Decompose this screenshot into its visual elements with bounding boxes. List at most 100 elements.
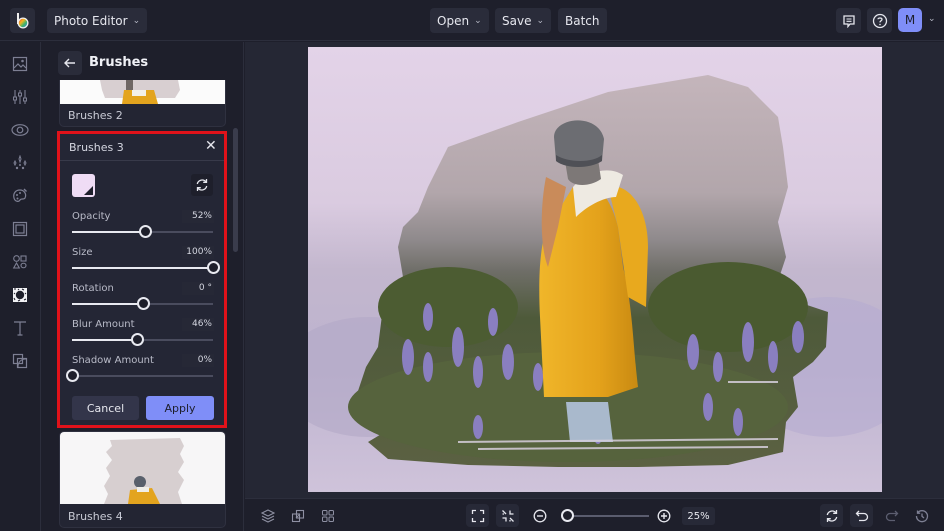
rail-item-touch-up[interactable]	[9, 119, 31, 141]
zoom-slider-handle[interactable]	[561, 509, 575, 522]
brush-card-brushes-2[interactable]: Brushes 2	[59, 80, 226, 127]
bottom-toolbar: 25%	[245, 498, 944, 531]
sparkles-icon	[13, 155, 27, 170]
shrink-icon	[501, 509, 514, 522]
minus-circle-icon	[533, 509, 546, 522]
grid-view-button[interactable]	[316, 504, 339, 527]
rail-item-effects[interactable]	[9, 152, 31, 174]
chevron-down-icon: ⌄	[132, 15, 141, 26]
blur-amount-value[interactable]: 46%	[182, 318, 214, 331]
rail-item-textures[interactable]	[9, 284, 31, 306]
fit-to-screen-button[interactable]	[466, 504, 489, 527]
slider-handle[interactable]	[66, 369, 79, 382]
redo-icon	[885, 510, 898, 521]
slider-handle[interactable]	[207, 261, 220, 274]
rail-item-frames[interactable]	[9, 218, 31, 240]
shadow-amount-value[interactable]: 0%	[182, 354, 214, 367]
slider-fill	[72, 231, 146, 233]
blur-amount-label: Blur Amount	[72, 319, 135, 330]
undo-button[interactable]	[850, 504, 873, 527]
size-slider[interactable]	[72, 261, 220, 274]
image-icon	[12, 56, 28, 72]
cancel-button[interactable]: Cancel	[72, 396, 139, 420]
befunky-logo-icon	[16, 12, 28, 28]
color-swatch[interactable]	[72, 174, 95, 197]
brush-card-brushes-4[interactable]: Brushes 4	[59, 431, 226, 528]
compare-icon	[291, 509, 304, 522]
feedback-button[interactable]	[836, 8, 861, 33]
help-button[interactable]	[867, 8, 892, 33]
batch-button[interactable]: Batch	[558, 8, 607, 33]
rail-item-graphics[interactable]	[9, 251, 31, 273]
app-logo-button[interactable]	[10, 8, 35, 33]
tool-rail	[0, 42, 41, 531]
photo-canvas[interactable]	[308, 47, 882, 492]
layers-button[interactable]	[256, 504, 279, 527]
redo-button[interactable]	[880, 504, 903, 527]
sliders-icon	[13, 90, 27, 104]
slider-handle[interactable]	[136, 297, 150, 310]
brush-preview-image	[100, 80, 180, 104]
opacity-value[interactable]: 52%	[182, 210, 214, 223]
actual-size-button[interactable]	[496, 504, 519, 527]
close-icon[interactable]: ✕	[205, 138, 217, 154]
undo-icon	[855, 510, 868, 521]
slider-handle[interactable]	[139, 225, 153, 238]
brush-settings-editor: Brushes 3 ✕ Opacity 52% Size 100% Rotati…	[57, 131, 227, 428]
rail-item-image-manager[interactable]	[9, 53, 31, 75]
frame-icon	[12, 221, 28, 237]
slider-handle[interactable]	[130, 333, 144, 346]
rail-item-edit[interactable]	[9, 86, 31, 108]
compare-button[interactable]	[286, 504, 309, 527]
history-icon	[915, 509, 928, 522]
refresh-icon	[826, 509, 837, 522]
expand-icon	[471, 509, 484, 522]
text-icon	[14, 321, 26, 336]
opacity-slider[interactable]	[72, 225, 213, 238]
zoom-slider[interactable]	[561, 509, 649, 522]
photo-editor-label: Photo Editor	[54, 13, 128, 28]
history-button[interactable]	[910, 504, 933, 527]
back-button[interactable]	[58, 51, 82, 75]
opacity-label: Opacity	[72, 211, 111, 222]
editor-header: Brushes 3 ✕	[60, 134, 224, 161]
rotation-slider[interactable]	[72, 297, 213, 310]
plus-circle-icon	[657, 509, 670, 522]
user-avatar[interactable]: M	[898, 8, 922, 32]
blur-amount-slider[interactable]	[72, 333, 213, 346]
workspace	[245, 42, 944, 498]
chevron-down-icon: ⌄	[536, 15, 545, 26]
avatar-initial: M	[904, 13, 916, 27]
apply-button[interactable]: Apply	[146, 396, 214, 420]
rail-item-artsy[interactable]	[9, 185, 31, 207]
texture-icon	[13, 288, 27, 302]
open-menu-button[interactable]: Open ⌄	[430, 8, 489, 33]
brush-preview-image	[104, 438, 184, 504]
slider-fill	[72, 339, 137, 341]
eye-icon	[11, 124, 29, 136]
chevron-down-icon: ⌄	[474, 15, 482, 26]
batch-label: Batch	[565, 13, 600, 28]
brush-card-label: Brushes 2	[68, 109, 123, 122]
rail-item-text[interactable]	[9, 317, 31, 339]
auto-refresh-button[interactable]	[820, 504, 843, 527]
overlay-icon	[12, 353, 28, 369]
arrow-left-icon	[64, 58, 75, 68]
zoom-in-button[interactable]	[652, 504, 675, 527]
brush-thumbnail	[60, 80, 225, 104]
zoom-level[interactable]: 25%	[682, 507, 715, 525]
panel-scrollbar[interactable]	[233, 128, 238, 252]
size-value[interactable]: 100%	[182, 246, 214, 259]
shadow-amount-slider[interactable]	[66, 369, 213, 382]
zoom-out-button[interactable]	[528, 504, 551, 527]
slider-fill	[72, 267, 213, 269]
edited-photo	[308, 47, 882, 492]
rotation-value[interactable]: 0 °	[182, 282, 214, 295]
reset-button[interactable]	[191, 174, 213, 196]
account-chevron-down-icon[interactable]: ⌄	[928, 14, 936, 24]
slider-fill	[72, 303, 143, 305]
photo-editor-menu[interactable]: Photo Editor ⌄	[47, 8, 148, 33]
rail-item-overlays[interactable]	[9, 350, 31, 372]
editor-title: Brushes 3	[69, 141, 124, 154]
save-menu-button[interactable]: Save ⌄	[495, 8, 552, 33]
